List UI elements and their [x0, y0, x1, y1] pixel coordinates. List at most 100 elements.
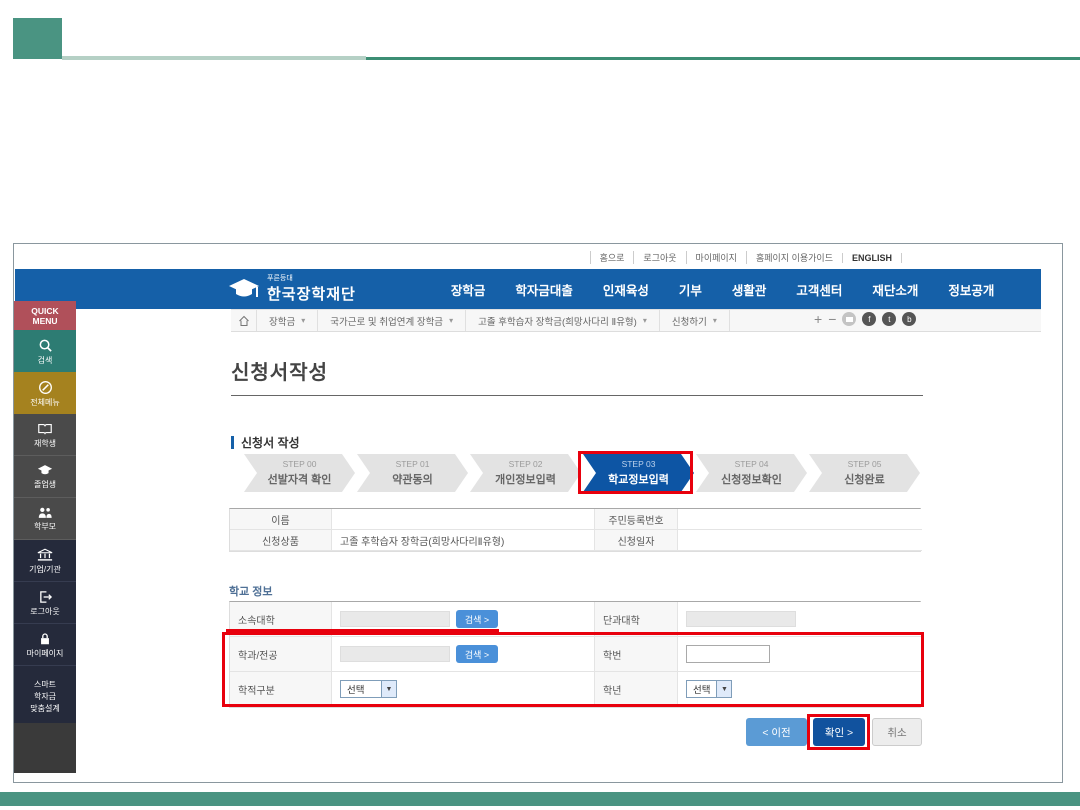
- rrn-value: [678, 509, 922, 530]
- sidebar-item-label: 학부모: [34, 522, 56, 531]
- step-label: 개인정보입력: [495, 471, 556, 487]
- nav-scholarship[interactable]: 장학금: [451, 280, 486, 299]
- school-info-table: 소속대학 검색 > 단과대학 학과/전공 검색 > 학번 학적구분 선택 ▼ 학…: [229, 601, 921, 708]
- step-05: STEP 05 신청완료: [809, 454, 920, 492]
- sidebar-item-corporate[interactable]: 기업/기관: [14, 540, 76, 582]
- rrn-label: 주민등록번호: [595, 509, 678, 530]
- name-value: [332, 509, 595, 530]
- chevron-down-icon: ▾: [449, 316, 453, 325]
- chevron-down-icon: ▾: [643, 316, 647, 325]
- sidebar-item-search[interactable]: 검색: [14, 330, 76, 372]
- select-value: 선택: [341, 682, 381, 696]
- university-search-button[interactable]: 검색 >: [456, 610, 498, 628]
- graduation-cap-logo-icon: [227, 277, 261, 301]
- twitter-icon[interactable]: t: [882, 312, 896, 326]
- sidebar-item-label: 졸업생: [34, 480, 56, 489]
- sidebar-item-label: 전체메뉴: [30, 398, 59, 407]
- step-04: STEP 04 신청정보확인: [696, 454, 807, 492]
- student-id-cell: [678, 637, 922, 672]
- step-01: STEP 01 약관동의: [357, 454, 468, 492]
- name-label: 이름: [230, 509, 332, 530]
- quick-menu-title-line2: MENU: [32, 316, 57, 326]
- zoom-out-icon[interactable]: −: [828, 312, 836, 326]
- nav-about[interactable]: 재단소개: [872, 280, 918, 299]
- facebook-icon[interactable]: f: [862, 312, 876, 326]
- nav-donation[interactable]: 기부: [679, 280, 702, 299]
- sidebar-item-all-menu[interactable]: 전체메뉴: [14, 372, 76, 414]
- sidebar-item-graduate[interactable]: 졸업생: [14, 456, 76, 498]
- utility-guide-link[interactable]: 홈페이지 이용가이드: [746, 251, 842, 264]
- search-icon: [38, 338, 53, 353]
- page-title: 신청서작성: [231, 356, 328, 385]
- site-logo[interactable]: 푸른등대 한국장학재단: [227, 275, 356, 304]
- department-cell: 검색 >: [332, 637, 595, 672]
- lock-icon: [38, 632, 52, 646]
- university-input[interactable]: [340, 611, 450, 627]
- nav-student-loan[interactable]: 학자금대출: [515, 280, 573, 299]
- print-icon[interactable]: [842, 312, 856, 326]
- grade-year-select[interactable]: 선택 ▼: [686, 680, 732, 698]
- nav-customer-center[interactable]: 고객센터: [796, 280, 842, 299]
- home-icon[interactable]: [231, 310, 257, 331]
- utility-bar: 홈으로 로그아웃 마이페이지 홈페이지 이용가이드 ENGLISH: [590, 251, 902, 264]
- cancel-button[interactable]: 취소: [872, 718, 922, 746]
- quick-menu-sidebar: QUICK MENU 검색 전체메뉴 재학생 졸업생: [14, 301, 76, 773]
- blog-icon[interactable]: b: [902, 312, 916, 326]
- slide-accent-square: [13, 18, 62, 59]
- sidebar-item-smart-plan[interactable]: 스마트 학자금 맞춤설계: [14, 666, 76, 723]
- step-label: 선발자격 확인: [268, 471, 332, 487]
- nav-talent[interactable]: 인재육성: [603, 280, 649, 299]
- breadcrumb-item-apply[interactable]: 신청하기 ▾: [660, 310, 730, 331]
- step-label: 약관동의: [392, 471, 432, 487]
- sidebar-item-parents[interactable]: 학부모: [14, 498, 76, 540]
- confirm-button[interactable]: 확인 >: [813, 718, 865, 746]
- chevron-down-icon: ▾: [713, 316, 717, 325]
- school-section-title: 학교 정보: [229, 583, 273, 599]
- nav-disclosure[interactable]: 정보공개: [948, 280, 994, 299]
- sidebar-item-enrolled-student[interactable]: 재학생: [14, 414, 76, 456]
- select-value: 선택: [687, 682, 716, 696]
- department-search-button[interactable]: 검색 >: [456, 645, 498, 663]
- dropdown-arrow-icon: ▼: [716, 681, 731, 697]
- slide-divider-dark: [366, 57, 1080, 60]
- student-id-label: 학번: [595, 637, 678, 672]
- university-cell: 검색 >: [332, 602, 595, 637]
- college-label: 단과대학: [595, 602, 678, 637]
- sidebar-item-mypage[interactable]: 마이페이지: [14, 624, 76, 666]
- breadcrumb-item-scholarship[interactable]: 장학금 ▾: [257, 310, 318, 331]
- breadcrumb-label: 장학금: [269, 314, 295, 328]
- utility-mypage-link[interactable]: 마이페이지: [686, 251, 746, 264]
- graduation-cap-icon: [37, 464, 53, 477]
- book-icon: [37, 422, 53, 436]
- breadcrumb-item-program[interactable]: 고졸 후학습자 장학금(희망사다리 Ⅱ유형) ▾: [466, 310, 660, 331]
- breadcrumb-label: 고졸 후학습자 장학금(희망사다리 Ⅱ유형): [478, 314, 637, 328]
- grade-year-label: 학년: [595, 672, 678, 707]
- enrollment-status-select[interactable]: 선택 ▼: [340, 680, 397, 698]
- step-number: STEP 03: [622, 459, 656, 469]
- sidebar-item-logout[interactable]: 로그아웃: [14, 582, 76, 624]
- section-accent-bar: [231, 436, 234, 449]
- people-icon: [37, 506, 53, 519]
- logout-icon: [38, 590, 53, 604]
- department-label: 학과/전공: [230, 637, 332, 672]
- grade-year-cell: 선택 ▼: [678, 672, 922, 707]
- sidebar-item-label: 로그아웃: [30, 607, 59, 616]
- slide-bottom-bar: [0, 792, 1080, 806]
- zoom-in-icon[interactable]: +: [814, 312, 822, 326]
- sidebar-item-label: 검색: [38, 356, 53, 365]
- department-input[interactable]: [340, 646, 450, 662]
- slide-divider-light: [62, 56, 366, 60]
- step-03-active: STEP 03 학교정보입력: [583, 454, 694, 492]
- utility-home-link[interactable]: 홈으로: [590, 251, 634, 264]
- step-indicator: STEP 00 선발자격 확인 STEP 01 약관동의 STEP 02 개인정…: [244, 454, 922, 492]
- previous-button[interactable]: < 이전: [746, 718, 807, 746]
- utility-logout-link[interactable]: 로그아웃: [633, 251, 685, 264]
- enrollment-status-cell: 선택 ▼: [332, 672, 595, 707]
- student-id-input[interactable]: [686, 645, 770, 663]
- breadcrumb-item-work-scholarship[interactable]: 국가근로 및 취업연계 장학금 ▾: [318, 310, 466, 331]
- college-cell: [678, 602, 922, 637]
- utility-english-link[interactable]: ENGLISH: [842, 253, 902, 263]
- chevron-down-icon: ▾: [301, 316, 305, 325]
- bank-icon: [37, 548, 53, 562]
- nav-dormitory[interactable]: 생활관: [732, 280, 767, 299]
